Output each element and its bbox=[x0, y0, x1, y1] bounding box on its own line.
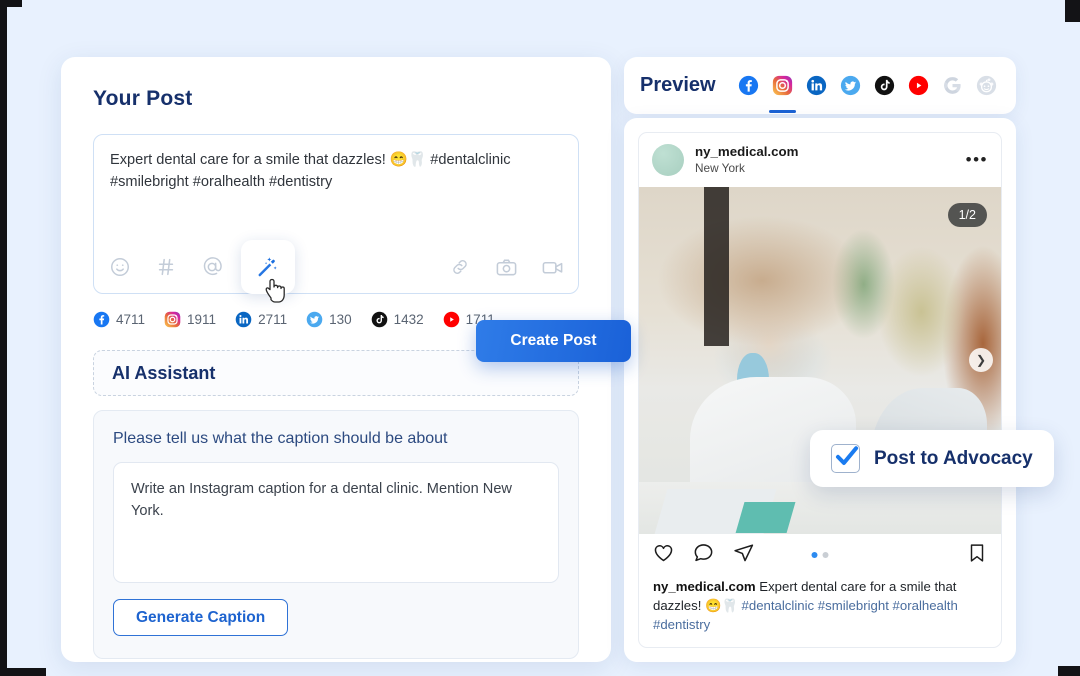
window-frame-left bbox=[0, 0, 7, 676]
share-icon[interactable] bbox=[732, 541, 755, 569]
image-detail-teal-folder bbox=[735, 502, 796, 534]
preview-header: Preview bbox=[624, 57, 1016, 114]
more-options-icon[interactable]: ••• bbox=[966, 151, 988, 168]
post-username: ny_medical.com bbox=[695, 144, 799, 160]
tiktok-icon bbox=[371, 311, 387, 328]
window-frame-bottom-right bbox=[1058, 666, 1080, 676]
twitter-icon bbox=[840, 75, 860, 96]
tab-youtube[interactable] bbox=[908, 75, 929, 96]
reddit-icon bbox=[976, 75, 996, 96]
generate-caption-button[interactable]: Generate Caption bbox=[113, 599, 289, 636]
tab-tiktok[interactable] bbox=[874, 75, 895, 96]
tab-linkedin[interactable] bbox=[806, 75, 827, 96]
post-composer[interactable]: Expert dental care for a smile that dazz… bbox=[93, 134, 579, 303]
carousel-dot-active[interactable] bbox=[811, 552, 818, 559]
carousel-dots bbox=[811, 552, 829, 559]
stat-value: 2711 bbox=[258, 312, 288, 327]
stat-facebook: 4711 bbox=[93, 311, 145, 328]
post-author: ny_medical.com New York bbox=[695, 144, 966, 175]
emoji-icon[interactable] bbox=[107, 254, 133, 280]
preview-title: Preview bbox=[640, 74, 716, 96]
camera-icon[interactable] bbox=[493, 254, 519, 280]
window-frame-bottom-left bbox=[0, 668, 46, 676]
post-header: ny_medical.com New York ••• bbox=[639, 133, 1001, 187]
create-post-button[interactable]: Create Post bbox=[476, 320, 631, 362]
google-icon bbox=[943, 77, 961, 94]
stat-value: 4711 bbox=[116, 312, 146, 327]
image-detail-doorway bbox=[704, 186, 730, 347]
youtube-icon bbox=[443, 311, 459, 328]
video-icon[interactable] bbox=[539, 254, 565, 280]
like-icon[interactable] bbox=[652, 541, 675, 569]
tab-twitter[interactable] bbox=[840, 75, 861, 96]
composer-toolbar bbox=[94, 240, 578, 303]
carousel-dot[interactable] bbox=[822, 552, 829, 559]
ai-prompt-label: Please tell us what the caption should b… bbox=[113, 430, 448, 447]
stat-value: 1911 bbox=[187, 312, 217, 327]
link-icon[interactable] bbox=[447, 254, 473, 280]
hashtag-icon[interactable] bbox=[153, 254, 179, 280]
instagram-post-preview: ny_medical.com New York ••• 1/2 ❯ ny_med… bbox=[638, 132, 1002, 648]
composer-text[interactable]: Expert dental care for a smile that dazz… bbox=[94, 135, 578, 194]
magic-wand-button[interactable] bbox=[241, 240, 295, 303]
page-title: Your Post bbox=[93, 87, 193, 110]
tiktok-icon bbox=[874, 75, 894, 96]
window-frame-top-right bbox=[1065, 0, 1080, 22]
stat-instagram: 1911 bbox=[164, 311, 216, 328]
carousel-next-button[interactable]: ❯ bbox=[969, 348, 993, 373]
post-to-advocacy-badge[interactable]: Post to Advocacy bbox=[810, 430, 1054, 487]
advocacy-checkbox[interactable] bbox=[831, 444, 860, 473]
stat-value: 130 bbox=[329, 312, 352, 327]
post-caption: ny_medical.com Expert dental care for a … bbox=[639, 577, 1001, 647]
instagram-icon bbox=[772, 75, 792, 96]
app-screenshot: Your Post Expert dental care for a smile… bbox=[0, 0, 1080, 676]
mention-icon[interactable] bbox=[199, 254, 225, 280]
stat-twitter: 130 bbox=[306, 311, 352, 328]
tab-google[interactable] bbox=[942, 75, 963, 96]
tab-facebook[interactable] bbox=[738, 75, 759, 96]
carousel-counter-badge: 1/2 bbox=[947, 202, 987, 227]
tab-reddit[interactable] bbox=[976, 75, 997, 96]
advocacy-label: Post to Advocacy bbox=[874, 447, 1033, 469]
linkedin-icon bbox=[235, 311, 252, 328]
ai-assistant-panel: Please tell us what the caption should b… bbox=[93, 410, 579, 659]
caption-username: ny_medical.com bbox=[653, 578, 756, 594]
avatar bbox=[652, 143, 684, 176]
checkmark-icon bbox=[835, 446, 859, 465]
bookmark-icon[interactable] bbox=[966, 542, 988, 569]
post-location: New York bbox=[695, 161, 745, 176]
tab-instagram[interactable] bbox=[768, 75, 796, 113]
cursor-hand-icon bbox=[265, 278, 285, 303]
instagram-icon bbox=[164, 311, 181, 328]
preview-platform-tabs bbox=[738, 75, 997, 113]
twitter-icon bbox=[306, 311, 323, 328]
facebook-icon bbox=[93, 311, 110, 328]
window-frame-top-left bbox=[0, 0, 22, 7]
post-actions bbox=[639, 534, 1001, 577]
stat-tiktok: 1432 bbox=[371, 311, 424, 328]
stat-linkedin: 2711 bbox=[235, 311, 287, 328]
linkedin-icon bbox=[806, 75, 826, 96]
preview-panel: ny_medical.com New York ••• 1/2 ❯ ny_med… bbox=[624, 118, 1054, 662]
comment-icon[interactable] bbox=[692, 541, 715, 569]
ai-prompt-input[interactable]: Write an Instagram caption for a dental … bbox=[113, 462, 559, 583]
stat-value: 1432 bbox=[393, 312, 424, 327]
youtube-icon bbox=[908, 75, 928, 96]
facebook-icon bbox=[738, 75, 758, 96]
